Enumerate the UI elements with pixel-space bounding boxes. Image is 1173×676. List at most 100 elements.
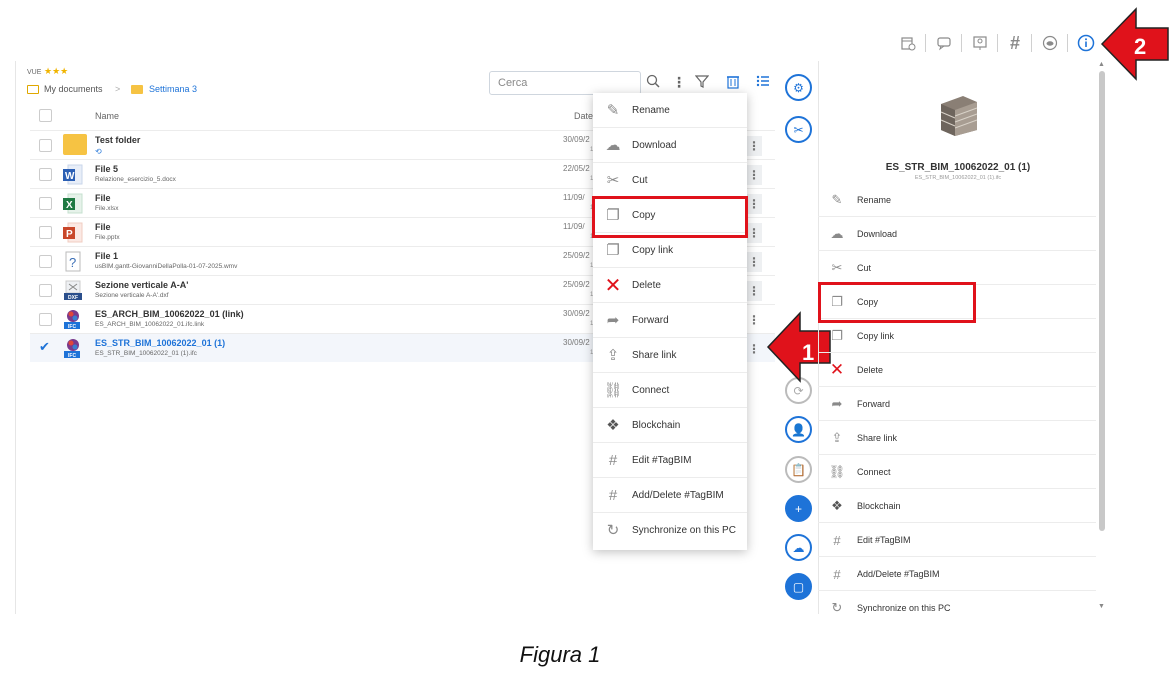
presentation-icon[interactable] (969, 32, 991, 54)
file-name[interactable]: File 1 (95, 251, 118, 261)
menu-label: Download (632, 140, 677, 151)
share-user-icon[interactable]: 👤 (785, 416, 812, 443)
file-subname: Relazione_esercizio_5.docx (95, 176, 176, 183)
cloud-download-icon: ☁ (830, 226, 844, 241)
share-icon: ⇪ (606, 347, 620, 364)
svg-text:DXF: DXF (68, 295, 78, 301)
hashtag-add-icon: # (833, 566, 841, 582)
file-name[interactable]: File 5 (95, 164, 118, 174)
row-more-icon[interactable]: ⋮ (748, 226, 760, 240)
file-date: 30/09/2 (563, 338, 590, 347)
breadcrumb-root[interactable]: My documents (44, 84, 103, 94)
column-header-date[interactable]: Date (574, 111, 593, 121)
new-folder-icon[interactable]: + (785, 495, 812, 522)
file-date: 25/09/2 (563, 251, 590, 260)
panel-label: Share link (857, 433, 898, 443)
scroll-down-arrow[interactable]: ▼ (1098, 603, 1105, 610)
menu-item-cut[interactable]: ✂ Cut (593, 163, 747, 198)
row-more-icon[interactable]: ⋮ (748, 313, 760, 327)
panel-label: Add/Delete #TagBIM (857, 569, 940, 579)
callout-number-2: 2 (1134, 34, 1147, 59)
file-name[interactable]: File (95, 222, 111, 232)
menu-item-synchronize[interactable]: ↻ Synchronize on this PC (593, 513, 747, 548)
row-checkbox[interactable] (39, 226, 52, 239)
scrollbar-thumb[interactable] (1099, 71, 1105, 531)
tools-icon[interactable]: ✂ (785, 116, 812, 143)
panel-item-blockchain[interactable]: ❖ Blockchain (818, 489, 1096, 523)
file-name[interactable]: File (95, 193, 111, 203)
row-more-icon[interactable]: ⋮ (748, 284, 760, 298)
more-vertical-icon[interactable]: ⋮ (672, 74, 686, 91)
panel-item-edit-tagbim[interactable]: # Edit #TagBIM (818, 523, 1096, 557)
select-all-checkbox[interactable] (39, 109, 52, 122)
callout-number-1: 1 (802, 340, 815, 365)
file-name[interactable]: ES_ARCH_BIM_10062022_01 (link) (95, 309, 244, 319)
menu-label: Blockchain (632, 420, 681, 431)
menu-item-blockchain[interactable]: ❖ Blockchain (593, 408, 747, 443)
panel-item-rename[interactable]: ✎ Rename (818, 183, 1096, 217)
panel-item-delete[interactable]: ✕ Delete (818, 353, 1096, 387)
svg-text:P: P (66, 229, 73, 240)
calendar-building-icon[interactable] (897, 32, 919, 54)
file-name[interactable]: Sezione verticale A-A' (95, 280, 188, 290)
panel-item-add-delete-tagbim[interactable]: # Add/Delete #TagBIM (818, 557, 1096, 591)
comment-edit-icon[interactable] (933, 32, 955, 54)
panel-item-download[interactable]: ☁ Download (818, 217, 1096, 251)
menu-item-edit-tagbim[interactable]: # Edit #TagBIM (593, 443, 747, 478)
pencil-icon: ✎ (606, 102, 620, 119)
search-input[interactable]: Cerca (489, 71, 641, 95)
row-checkbox[interactable] (39, 139, 52, 152)
row-checkbox[interactable] (39, 284, 52, 297)
dxf-file-icon: DXF (63, 280, 83, 301)
info-file-title: ES_STR_BIM_10062022_01 (1) (885, 162, 1031, 173)
row-checkbox[interactable] (39, 197, 52, 210)
panel-item-share-link[interactable]: ⇪ Share link (818, 421, 1096, 455)
panel-item-connect[interactable]: ⛓ Connect (818, 455, 1096, 489)
panel-label: Rename (857, 195, 892, 205)
column-header-name[interactable]: Name (95, 111, 119, 121)
row-checkbox[interactable] (39, 168, 52, 181)
panel-item-forward[interactable]: ➦ Forward (818, 387, 1096, 421)
menu-label: Share link (632, 350, 677, 361)
search-icon[interactable] (646, 74, 660, 91)
menu-item-download[interactable]: ☁ Download (593, 128, 747, 163)
row-more-icon[interactable]: ⋮ (748, 197, 760, 211)
svg-text:?: ? (69, 255, 76, 270)
menu-item-connect[interactable]: ⛓ Connect (593, 373, 747, 408)
trash-icon[interactable] (726, 74, 740, 92)
menu-item-share-link[interactable]: ⇪ Share link (593, 338, 747, 373)
row-checkbox[interactable] (39, 313, 52, 326)
panel-item-cut[interactable]: ✂ Cut (818, 251, 1096, 285)
menu-label: Synchronize on this PC (632, 525, 736, 536)
copy-link-icon: ❐ (606, 242, 620, 259)
paste-icon[interactable]: 📋 (785, 456, 812, 483)
panel-item-copy-link[interactable]: ❐ Copy link (818, 319, 1096, 353)
panel-item-synchronize[interactable]: ↻ Synchronize on this PC (818, 591, 1096, 625)
filter-icon[interactable] (694, 74, 710, 91)
menu-label: Copy link (632, 245, 674, 256)
hashtag-icon[interactable]: # (1004, 32, 1026, 54)
row-checkbox[interactable] (39, 255, 52, 268)
row-more-icon[interactable]: ⋮ (748, 255, 760, 269)
list-view-icon[interactable] (756, 74, 770, 91)
menu-item-copy-link[interactable]: ❐ Copy link (593, 233, 747, 268)
menu-item-delete[interactable]: ✕ Delete (593, 268, 747, 303)
file-name[interactable]: Test folder (95, 135, 140, 145)
row-more-icon[interactable]: ⋮ (748, 342, 760, 356)
scroll-up-arrow[interactable]: ▲ (1098, 61, 1105, 68)
cloud-eye-icon[interactable] (1039, 32, 1061, 54)
file-name[interactable]: ES_STR_BIM_10062022_01 (1) (95, 338, 225, 348)
row-more-icon[interactable]: ⋮ (748, 168, 760, 182)
breadcrumb-current[interactable]: Settimana 3 (149, 84, 197, 94)
row-more-icon[interactable]: ⋮ (748, 139, 760, 153)
menu-item-forward[interactable]: ➦ Forward (593, 303, 747, 338)
scissors-icon: ✂ (831, 260, 843, 275)
panel-label: Delete (857, 365, 884, 375)
new-document-icon[interactable]: ▢ (785, 573, 812, 600)
cloud-upload-icon[interactable]: ☁ (785, 534, 812, 561)
checkmark-icon[interactable]: ✔ (39, 339, 52, 354)
menu-item-rename[interactable]: ✎ Rename (593, 93, 747, 128)
menu-item-add-delete-tagbim[interactable]: # Add/Delete #TagBIM (593, 478, 747, 513)
info-icon[interactable] (1075, 32, 1097, 54)
user-settings-icon[interactable]: ⚙ (785, 74, 812, 101)
